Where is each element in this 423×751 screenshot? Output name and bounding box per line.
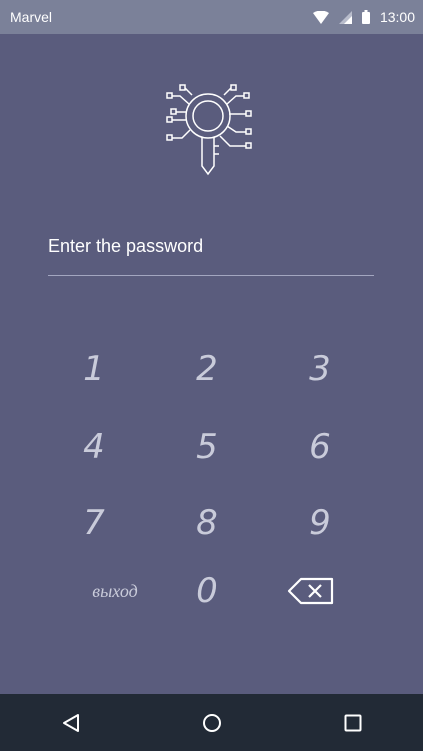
home-button[interactable] [182, 694, 242, 751]
key-9[interactable]: 9 [265, 492, 375, 554]
backspace-icon [287, 577, 335, 605]
key-2[interactable]: 2 [152, 338, 262, 400]
lock-screen: Enter the password 1 2 3 4 5 6 7 8 9 вых… [0, 34, 423, 694]
back-button[interactable] [41, 694, 101, 751]
key-3[interactable]: 3 [265, 338, 375, 400]
recents-button[interactable] [323, 694, 383, 751]
home-icon [202, 713, 222, 733]
password-placeholder: Enter the password [48, 236, 204, 256]
status-time: 13:00 [379, 9, 415, 25]
key-4[interactable]: 4 [39, 416, 149, 478]
navigation-bar [0, 694, 423, 751]
signal-icon [338, 10, 352, 24]
recents-icon [344, 714, 362, 732]
back-icon [62, 713, 80, 733]
carrier-name: Marvel [10, 9, 53, 25]
battery-icon [361, 10, 370, 24]
circuit-key-icon [158, 84, 258, 180]
wifi-icon [312, 10, 329, 24]
status-icons: 13:00 [312, 9, 415, 25]
key-1[interactable]: 1 [39, 338, 149, 400]
key-8[interactable]: 8 [152, 492, 262, 554]
password-input[interactable]: Enter the password [48, 232, 374, 276]
key-0[interactable]: 0 [152, 560, 262, 622]
key-7[interactable]: 7 [39, 492, 149, 554]
status-bar: Marvel 13:00 [0, 0, 423, 34]
key-5[interactable]: 5 [152, 416, 262, 478]
backspace-button[interactable] [256, 560, 366, 622]
key-6[interactable]: 6 [265, 416, 375, 478]
